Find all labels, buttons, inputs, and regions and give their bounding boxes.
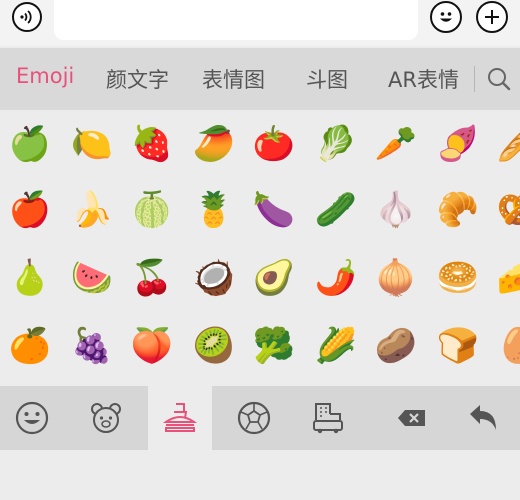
bear-icon bbox=[91, 403, 121, 433]
emoji-strawberry[interactable]: 🍓 bbox=[130, 122, 174, 166]
emoji-pretzel[interactable]: 🥨 bbox=[496, 188, 520, 232]
emoji-kiwi[interactable]: 🥝 bbox=[192, 324, 236, 368]
undo-button[interactable] bbox=[466, 400, 502, 436]
search-button[interactable] bbox=[484, 64, 514, 94]
emoji-melon[interactable]: 🍈 bbox=[130, 188, 174, 232]
emoji-bread[interactable]: 🍞 bbox=[436, 324, 480, 368]
smiley-icon bbox=[440, 12, 452, 22]
emoji-hot-pepper[interactable]: 🌶️ bbox=[314, 256, 358, 300]
travel-category-button[interactable] bbox=[310, 400, 346, 436]
emoji-green-apple[interactable]: 🍏 bbox=[8, 122, 52, 166]
backspace-button[interactable] bbox=[394, 400, 430, 436]
activity-category-button[interactable] bbox=[236, 400, 272, 436]
animals-category-button[interactable] bbox=[88, 400, 124, 436]
smiley-category-icon bbox=[15, 401, 49, 435]
emoji-cherries[interactable]: 🍒 bbox=[130, 256, 174, 300]
keyboard-bottom-area bbox=[0, 450, 520, 500]
voice-button[interactable] bbox=[12, 2, 42, 32]
tab-stickers[interactable]: 表情图 bbox=[202, 64, 265, 94]
emoji-pear[interactable]: 🍐 bbox=[8, 256, 52, 300]
emoji-garlic[interactable]: 🧄 bbox=[374, 188, 418, 232]
emoji-corn[interactable]: 🌽 bbox=[314, 324, 358, 368]
emoji-mango[interactable]: 🥭 bbox=[192, 122, 236, 166]
emoji-cucumber[interactable]: 🥒 bbox=[314, 188, 358, 232]
emoji-broccoli[interactable]: 🥦 bbox=[252, 324, 296, 368]
add-button[interactable] bbox=[476, 1, 508, 33]
undo-arrow-icon bbox=[470, 405, 496, 430]
emoji-tangerine[interactable]: 🍊 bbox=[8, 324, 52, 368]
tab-emoji[interactable]: Emoji bbox=[16, 64, 74, 88]
message-input[interactable] bbox=[54, 0, 418, 40]
emoji-avocado[interactable]: 🥑 bbox=[252, 256, 296, 300]
emoji-peach[interactable]: 🍑 bbox=[130, 324, 174, 368]
emoji-keyboard-button[interactable] bbox=[430, 1, 462, 33]
emoji-pineapple[interactable]: 🍍 bbox=[192, 188, 236, 232]
emoji-potato[interactable]: 🥔 bbox=[374, 324, 418, 368]
emoji-leafy-green[interactable]: 🥬 bbox=[314, 122, 358, 166]
category-tab-bar: Emoji 颜文字 表情图 斗图 AR表情 bbox=[0, 48, 520, 110]
tab-kaomoji[interactable]: 颜文字 bbox=[106, 64, 169, 94]
emoji-baguette[interactable]: 🥖 bbox=[496, 122, 520, 166]
emoji-red-apple[interactable]: 🍎 bbox=[8, 188, 52, 232]
tab-divider bbox=[474, 66, 475, 92]
input-bar bbox=[0, 0, 520, 46]
emoji-bagel[interactable]: 🥯 bbox=[436, 256, 480, 300]
emoji-eggplant[interactable]: 🍆 bbox=[252, 188, 296, 232]
plus-icon bbox=[485, 10, 499, 24]
emoji-grid: 🍏 🍋 🍓 🥭 🍅 🥬 🥕 🍠 🥖 🍎 🍌 🍈 🍍 🍆 🥒 🧄 🥐 🥨 🍐 🍉 … bbox=[0, 110, 520, 386]
soccer-ball-icon bbox=[237, 401, 271, 435]
food-category-button[interactable] bbox=[162, 400, 198, 436]
emoji-croissant[interactable]: 🥐 bbox=[436, 188, 480, 232]
tab-ar-emoji[interactable]: AR表情 bbox=[388, 64, 459, 94]
emoji-sweet-potato[interactable]: 🍠 bbox=[436, 122, 480, 166]
emoji-tomato[interactable]: 🍅 bbox=[252, 122, 296, 166]
emoji-carrot[interactable]: 🥕 bbox=[374, 122, 418, 166]
emoji-cheese[interactable]: 🧀 bbox=[496, 256, 520, 300]
emoji-grapes[interactable]: 🍇 bbox=[70, 324, 114, 368]
emoji-watermelon[interactable]: 🍉 bbox=[70, 256, 114, 300]
emoji-coconut[interactable]: 🥥 bbox=[192, 256, 236, 300]
emoji-category-toolbar bbox=[0, 386, 520, 450]
backspace-icon bbox=[398, 410, 425, 426]
search-icon bbox=[488, 68, 511, 91]
emoji-lemon[interactable]: 🍋 bbox=[70, 122, 114, 166]
emoji-banana[interactable]: 🍌 bbox=[70, 188, 114, 232]
emoji-onion[interactable]: 🧅 bbox=[374, 256, 418, 300]
voice-icon bbox=[20, 10, 32, 24]
building-car-icon bbox=[313, 403, 343, 434]
smileys-category-button[interactable] bbox=[14, 400, 50, 436]
burger-drink-icon bbox=[162, 403, 198, 432]
emoji-egg[interactable]: 🥚 bbox=[496, 324, 520, 368]
tab-meme-battle[interactable]: 斗图 bbox=[306, 64, 348, 94]
